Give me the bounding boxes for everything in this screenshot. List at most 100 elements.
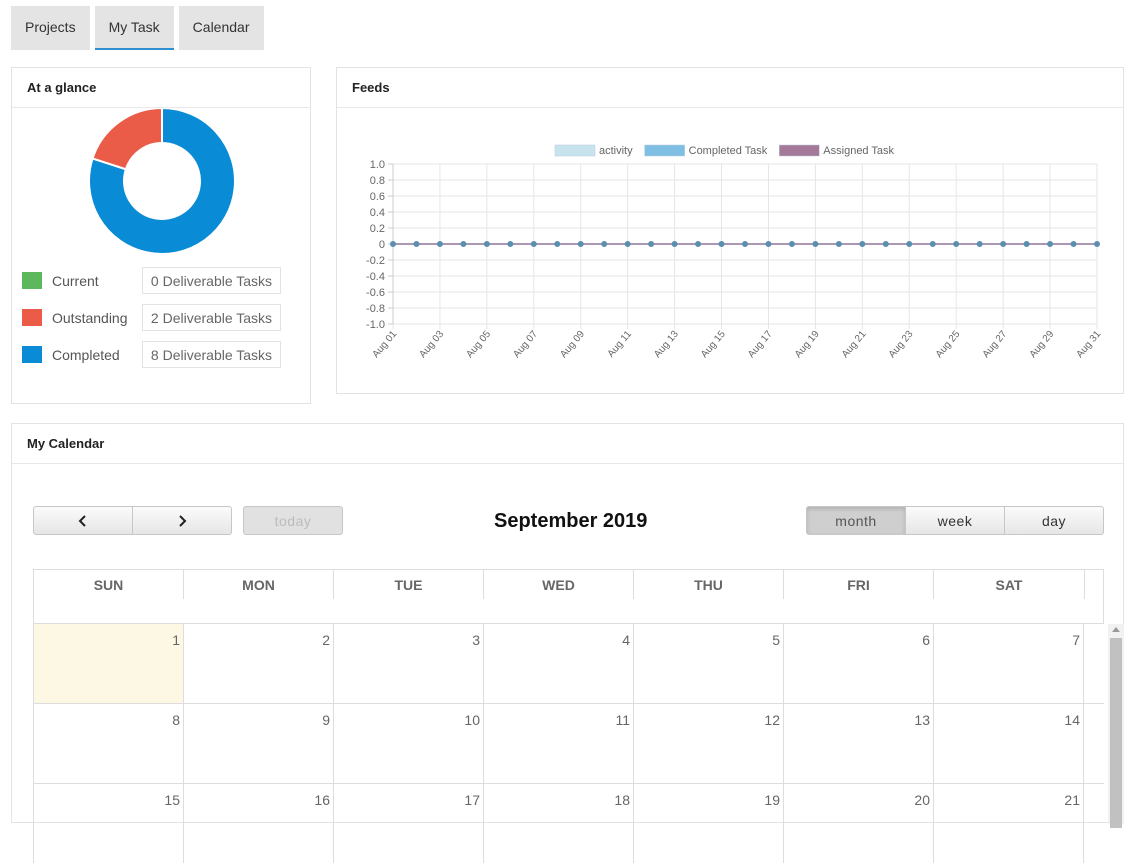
scroll-up-icon[interactable] xyxy=(1112,627,1120,632)
current-swatch xyxy=(22,272,42,289)
feeds-panel: Feeds activity Completed Task Assigned Tas… xyxy=(336,67,1124,394)
outstanding-swatch xyxy=(22,309,42,326)
data-point[interactable] xyxy=(483,241,490,247)
outstanding-count: 2 Deliverable Tasks xyxy=(142,304,281,331)
calendar-grid: SUN MON TUE WED THU FRI SAT 1 2 3 4 5 6 … xyxy=(33,569,1124,863)
tab-projects[interactable]: Projects xyxy=(11,6,90,50)
view-month-button[interactable]: month xyxy=(806,506,906,535)
data-point[interactable] xyxy=(390,241,396,247)
donut-slice-outstanding[interactable] xyxy=(91,108,163,171)
feeds-title: Feeds xyxy=(337,68,1123,108)
day-cell[interactable]: 4 xyxy=(484,624,634,703)
legend-label: Completed Task xyxy=(689,145,768,157)
data-point[interactable] xyxy=(1000,241,1007,247)
data-point[interactable] xyxy=(765,241,772,247)
day-cell[interactable]: 18 xyxy=(484,784,634,863)
data-point[interactable] xyxy=(718,241,725,247)
data-point[interactable] xyxy=(1070,241,1077,247)
top-tabs: Projects My Task Calendar xyxy=(11,6,264,50)
weekday-thu: THU xyxy=(634,570,784,599)
data-point[interactable] xyxy=(507,241,514,247)
day-cell[interactable]: 6 xyxy=(784,624,934,703)
next-button[interactable] xyxy=(132,506,232,535)
today-button[interactable]: today xyxy=(243,506,343,535)
y-tick-label: -0.8 xyxy=(366,303,385,315)
day-cell[interactable]: 7 xyxy=(934,624,1084,703)
day-cell[interactable]: 1 xyxy=(34,624,184,703)
scrollbar-thumb[interactable] xyxy=(1110,638,1122,828)
weekday-mon: MON xyxy=(184,570,334,599)
data-point[interactable] xyxy=(530,241,537,247)
legend-item-2[interactable]: Assigned Task xyxy=(779,144,895,157)
data-point[interactable] xyxy=(1094,241,1100,247)
tab-calendar[interactable]: Calendar xyxy=(178,6,264,50)
day-cell[interactable]: 8 xyxy=(34,704,184,783)
data-point[interactable] xyxy=(671,241,678,247)
day-cell[interactable]: 17 xyxy=(334,784,484,863)
day-cell[interactable]: 20 xyxy=(784,784,934,863)
data-point[interactable] xyxy=(812,241,819,247)
all-day-row xyxy=(33,599,1104,623)
day-cell[interactable]: 14 xyxy=(934,704,1084,783)
data-point[interactable] xyxy=(953,241,960,247)
data-point[interactable] xyxy=(1047,241,1054,247)
legend-outstanding: Outstanding 2 Deliverable Tasks xyxy=(22,304,281,331)
data-point[interactable] xyxy=(859,241,866,247)
view-week-button[interactable]: week xyxy=(905,506,1005,535)
y-tick-label: -0.2 xyxy=(366,255,385,267)
data-point[interactable] xyxy=(906,241,913,247)
day-cell[interactable]: 19 xyxy=(634,784,784,863)
chevron-left-icon xyxy=(78,514,86,527)
x-tick-label: Aug 19 xyxy=(793,329,822,361)
data-point[interactable] xyxy=(1023,241,1030,247)
data-point[interactable] xyxy=(601,241,608,247)
day-cell[interactable]: 9 xyxy=(184,704,334,783)
y-tick-label: -0.6 xyxy=(366,287,385,299)
donut-chart xyxy=(88,108,236,255)
x-tick-label: Aug 07 xyxy=(511,329,540,361)
day-cell[interactable]: 3 xyxy=(334,624,484,703)
view-day-button[interactable]: day xyxy=(1004,506,1104,535)
data-point[interactable] xyxy=(788,241,795,247)
day-cell[interactable]: 16 xyxy=(184,784,334,863)
data-point[interactable] xyxy=(436,241,443,247)
legend-label-current: Current xyxy=(52,272,99,289)
data-point[interactable] xyxy=(554,241,561,247)
data-point[interactable] xyxy=(882,241,889,247)
day-cell[interactable]: 21 xyxy=(934,784,1084,863)
day-cell[interactable]: 15 xyxy=(34,784,184,863)
day-cell[interactable]: 10 xyxy=(334,704,484,783)
legend-item-0[interactable]: activity xyxy=(554,144,633,157)
data-point[interactable] xyxy=(695,241,702,247)
completed-swatch xyxy=(22,346,42,363)
day-cell[interactable]: 11 xyxy=(484,704,634,783)
data-point[interactable] xyxy=(460,241,467,247)
x-tick-label: Aug 15 xyxy=(699,329,728,361)
day-cell[interactable]: 2 xyxy=(184,624,334,703)
day-cell[interactable]: 13 xyxy=(784,704,934,783)
data-point[interactable] xyxy=(835,241,842,247)
data-point[interactable] xyxy=(742,241,748,247)
x-tick-label: Aug 31 xyxy=(1074,329,1103,361)
legend-label: Assigned Task xyxy=(823,145,894,157)
x-tick-label: Aug 29 xyxy=(1028,329,1057,361)
legend-item-1[interactable]: Completed Task xyxy=(644,144,768,157)
tab-my-task[interactable]: My Task xyxy=(94,6,174,50)
x-tick-label: Aug 05 xyxy=(464,329,493,361)
completed-count: 8 Deliverable Tasks xyxy=(142,341,281,368)
legend-swatch xyxy=(644,144,685,157)
data-point[interactable] xyxy=(413,241,420,247)
data-point[interactable] xyxy=(624,241,631,247)
my-calendar-panel: My Calendar today September 2019 month w… xyxy=(11,423,1124,863)
weekday-wed: WED xyxy=(484,570,634,599)
day-cell[interactable]: 12 xyxy=(634,704,784,783)
prev-button[interactable] xyxy=(33,506,133,535)
day-cell[interactable]: 5 xyxy=(634,624,784,703)
data-point[interactable] xyxy=(929,241,936,247)
data-point[interactable] xyxy=(648,241,655,247)
data-point[interactable] xyxy=(976,241,983,247)
calendar-scrollbar[interactable] xyxy=(1108,624,1124,828)
y-tick-label: 0.4 xyxy=(370,207,385,219)
data-point[interactable] xyxy=(577,241,584,247)
week-row: 15 16 17 18 19 20 21 xyxy=(33,783,1104,863)
